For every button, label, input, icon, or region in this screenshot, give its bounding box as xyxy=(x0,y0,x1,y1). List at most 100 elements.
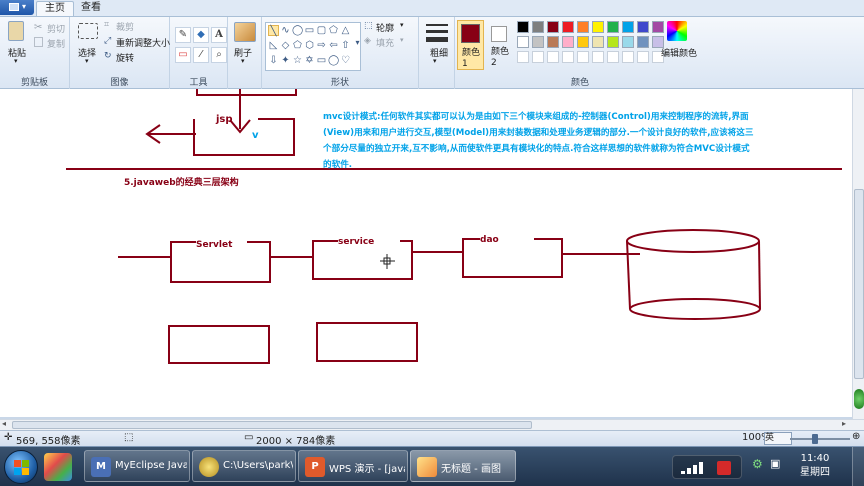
curve-shape-icon[interactable]: ∿ xyxy=(280,25,291,36)
horizontal-scroll-thumb[interactable] xyxy=(12,421,532,429)
color-swatch[interactable] xyxy=(532,21,544,33)
polygon-shape-icon[interactable]: ⬠ xyxy=(328,25,339,36)
edit-colors-icon[interactable] xyxy=(667,21,687,41)
oval-shape-icon[interactable]: ◯ xyxy=(292,25,303,36)
chevron-down-icon[interactable]: ▾ xyxy=(400,36,404,44)
color-swatch[interactable] xyxy=(592,21,604,33)
crop-button[interactable]: 裁剪 xyxy=(116,20,134,33)
tray-app-icon[interactable] xyxy=(717,461,731,475)
pentagon-shape-icon[interactable]: ⬠ xyxy=(292,40,303,51)
custom-color-slot[interactable] xyxy=(547,51,559,63)
vertical-scroll-thumb[interactable] xyxy=(854,189,864,379)
four-point-star-shape-icon[interactable]: ✦ xyxy=(280,55,291,66)
left-arrow-shape-icon[interactable]: ⇦ xyxy=(328,40,339,51)
color-swatch[interactable] xyxy=(517,36,529,48)
line-shape-icon[interactable]: ╲ xyxy=(268,25,279,37)
tab-home[interactable]: 主页 xyxy=(36,1,74,16)
color-swatch[interactable] xyxy=(592,36,604,48)
heart-shape-icon[interactable]: ♡ xyxy=(340,55,351,66)
color-swatch[interactable] xyxy=(637,36,649,48)
paste-icon[interactable] xyxy=(8,21,24,41)
taskbar-item-myeclipse[interactable]: M MyEclipse Java ... xyxy=(84,450,190,482)
tray-status-icon[interactable]: ⚙ xyxy=(752,457,763,471)
right-triangle-shape-icon[interactable]: ◺ xyxy=(268,40,279,51)
color-swatch[interactable] xyxy=(517,21,529,33)
diamond-shape-icon[interactable]: ◇ xyxy=(280,40,291,51)
custom-color-slot[interactable] xyxy=(577,51,589,63)
taskbar-item-paint[interactable]: 无标题 - 画图 xyxy=(410,450,516,482)
resize-button[interactable]: 重新调整大小 xyxy=(116,36,170,49)
custom-color-slot[interactable] xyxy=(637,51,649,63)
drawing-canvas[interactable]: jsp v mvc设计模式:任何软件其实都可以认为是由如下三个模块来组成的-控制… xyxy=(0,89,852,417)
chevron-down-icon[interactable]: ▾ xyxy=(433,57,437,65)
rectangle-shape-icon[interactable]: ▭ xyxy=(304,25,315,36)
tab-view[interactable]: 查看 xyxy=(76,1,106,16)
color-swatch[interactable] xyxy=(562,21,574,33)
callout-shape-icon[interactable]: ▭ xyxy=(316,55,327,66)
color-swatch[interactable] xyxy=(607,36,619,48)
up-arrow-shape-icon[interactable]: ⇧ xyxy=(340,40,351,51)
taskbar-item-wps[interactable]: P WPS 演示 - [java... xyxy=(298,450,408,482)
copy-button[interactable]: 复制 xyxy=(47,37,65,50)
fill-button[interactable]: 填充 xyxy=(376,36,394,49)
color-swatch[interactable] xyxy=(637,21,649,33)
triangle-shape-icon[interactable]: △ xyxy=(340,25,351,36)
color-swatch[interactable] xyxy=(547,36,559,48)
gallery-scroll-icon[interactable]: ▾ xyxy=(352,37,363,48)
eraser-icon[interactable]: ▭ xyxy=(175,47,191,63)
zoom-in-icon[interactable]: ⊕ xyxy=(852,431,860,442)
magnifier-icon[interactable]: ⌕ xyxy=(211,47,227,63)
network-icon[interactable]: ▣ xyxy=(770,457,780,470)
color-swatch[interactable] xyxy=(532,36,544,48)
taskbar-item-explorer[interactable]: C:\Users\park\... xyxy=(192,450,296,482)
chevron-down-icon[interactable]: ▾ xyxy=(241,57,245,65)
select-icon[interactable] xyxy=(78,23,98,39)
shapes-gallery[interactable]: ╲ ∿ ◯ ▭ ▢ ⬠ △ ◺ ◇ ⬠ ⬡ ⇨ ⇦ ⇧ ⇩ ✦ ☆ ✡ ▭ ◯ … xyxy=(265,22,361,71)
custom-color-slot[interactable] xyxy=(622,51,634,63)
six-point-star-shape-icon[interactable]: ✡ xyxy=(304,55,315,66)
color-swatch[interactable] xyxy=(562,36,574,48)
down-arrow-shape-icon[interactable]: ⇩ xyxy=(268,55,279,66)
color2-button[interactable]: 颜色 2 xyxy=(487,20,514,70)
color-swatch[interactable] xyxy=(622,21,634,33)
show-desktop-button[interactable] xyxy=(852,447,864,486)
cut-button[interactable]: 剪切 xyxy=(47,22,65,35)
start-button[interactable] xyxy=(4,450,38,484)
chevron-down-icon[interactable]: ▾ xyxy=(85,57,89,65)
chevron-down-icon[interactable]: ▾ xyxy=(400,21,404,29)
scroll-left-icon[interactable]: ◂ xyxy=(2,419,6,428)
brush-icon[interactable] xyxy=(234,22,256,42)
clock[interactable]: 11:40 星期四 xyxy=(790,452,840,480)
fill-bucket-icon[interactable]: ◆ xyxy=(193,27,209,43)
scroll-right-icon[interactable]: ▸ xyxy=(842,419,846,428)
custom-color-slot[interactable] xyxy=(592,51,604,63)
custom-color-slot[interactable] xyxy=(562,51,574,63)
notification-tray[interactable] xyxy=(672,455,742,479)
ime-toolbar[interactable]: 英 xyxy=(764,432,792,445)
zoom-slider[interactable] xyxy=(790,438,850,440)
outline-button[interactable]: 轮廓 xyxy=(376,21,394,34)
hexagon-shape-icon[interactable]: ⬡ xyxy=(304,40,315,51)
chevron-down-icon[interactable]: ▾ xyxy=(14,57,18,65)
color-swatch[interactable] xyxy=(652,21,664,33)
zoom-slider-knob[interactable] xyxy=(812,434,818,444)
color-swatch[interactable] xyxy=(547,21,559,33)
rounded-rectangle-shape-icon[interactable]: ▢ xyxy=(316,25,327,36)
edit-colors-button[interactable]: 编辑颜色 xyxy=(661,46,697,59)
oval-callout-shape-icon[interactable]: ◯ xyxy=(328,55,339,66)
color-swatch[interactable] xyxy=(577,36,589,48)
five-point-star-shape-icon[interactable]: ☆ xyxy=(292,55,303,66)
horizontal-scrollbar[interactable]: ◂ ▸ xyxy=(0,419,864,430)
vertical-scrollbar[interactable] xyxy=(852,89,864,419)
custom-color-slot[interactable] xyxy=(607,51,619,63)
text-tool-icon[interactable]: A xyxy=(211,27,227,43)
pencil-icon[interactable]: ✎ xyxy=(175,27,191,43)
color1-button[interactable]: 颜色 1 xyxy=(457,20,484,70)
custom-color-slot[interactable] xyxy=(517,51,529,63)
right-arrow-shape-icon[interactable]: ⇨ xyxy=(316,40,327,51)
color-swatch[interactable] xyxy=(577,21,589,33)
color-swatch[interactable] xyxy=(607,21,619,33)
quick-launch-icon[interactable] xyxy=(44,453,72,481)
color-swatch[interactable] xyxy=(622,36,634,48)
paint-menu-button[interactable]: ▾ xyxy=(0,0,34,15)
